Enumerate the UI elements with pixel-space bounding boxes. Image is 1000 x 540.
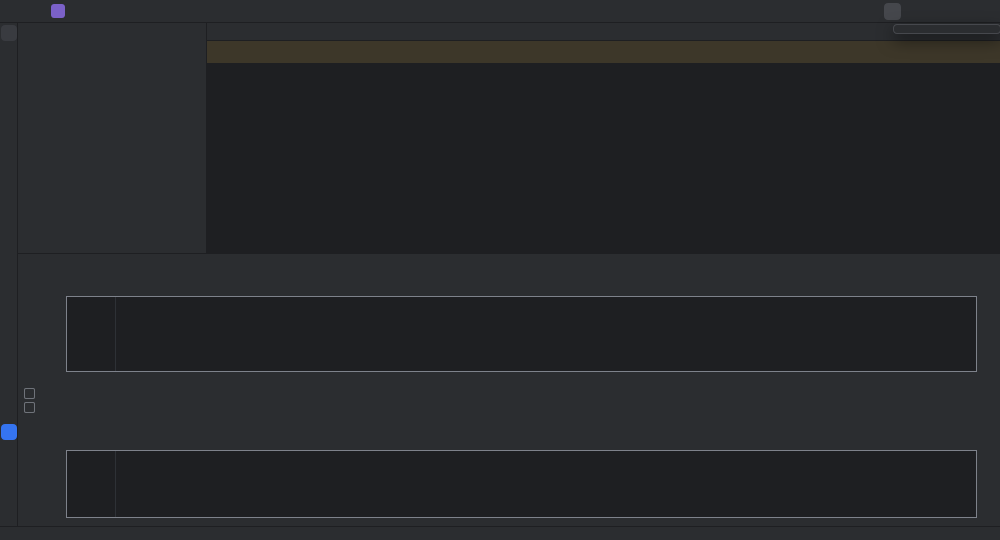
project-avatar	[51, 4, 65, 18]
bulk-option[interactable]	[24, 402, 40, 413]
maximize-button[interactable]	[951, 5, 963, 17]
run-button[interactable]	[743, 5, 756, 18]
chevron-down-icon	[76, 7, 84, 15]
clear-icon[interactable]	[982, 319, 992, 329]
toolset-tab-bar	[18, 254, 1000, 276]
rustrover-window	[0, 0, 1000, 540]
code-editor[interactable]	[207, 62, 1000, 253]
editor-tab-bar	[207, 23, 1000, 41]
terminal-icon	[3, 481, 15, 493]
more-tool-windows-button[interactable]	[1, 126, 17, 142]
app-logo-icon	[6, 4, 20, 18]
input-panel[interactable]	[66, 296, 977, 372]
problems-tool-button[interactable]	[1, 504, 17, 520]
uppercase-checkbox	[24, 388, 35, 399]
input-side-actions	[982, 302, 992, 329]
toolset-tool-window	[18, 253, 1000, 526]
settings-popup-menu	[893, 24, 1000, 34]
html-file-icon	[36, 530, 44, 538]
project-widget-icon	[5, 530, 13, 538]
eye-off-icon[interactable]	[870, 64, 881, 75]
settings-button[interactable]	[884, 3, 901, 20]
code-with-me-icon[interactable]	[836, 5, 849, 18]
input-gutter	[67, 297, 116, 371]
toolset-icon	[3, 426, 15, 438]
editor-area	[207, 23, 1000, 253]
tool-window-actions	[922, 259, 976, 271]
status-bar	[0, 526, 1000, 540]
result-gutter	[67, 451, 116, 517]
nodejs-icon	[217, 46, 229, 58]
title-bar-actions	[718, 3, 994, 20]
main-menu-icon[interactable]	[29, 5, 42, 18]
minimize-button[interactable]	[920, 5, 932, 17]
chevron-down-icon	[31, 31, 39, 39]
project-panel	[18, 23, 207, 253]
layout-settings-icon[interactable]	[922, 259, 934, 271]
debug-button[interactable]	[767, 5, 780, 18]
paste-icon[interactable]	[982, 302, 992, 312]
more-options-icon[interactable]	[943, 259, 955, 271]
terminal-tool-button[interactable]	[1, 479, 17, 495]
search-everywhere-icon[interactable]	[860, 5, 873, 18]
more-icon	[3, 128, 15, 140]
toolset-tool-button[interactable]	[1, 424, 17, 440]
gear-icon	[886, 5, 899, 18]
folder-icon	[3, 27, 15, 39]
result-panel[interactable]	[66, 450, 977, 518]
problems-icon	[3, 506, 15, 518]
run-tool-button[interactable]	[1, 452, 17, 468]
more-actions-icon[interactable]	[791, 5, 804, 18]
loop-icon	[88, 374, 99, 385]
chevron-down-icon	[101, 7, 109, 15]
project-tool-button[interactable]	[1, 25, 17, 41]
result-side-actions	[982, 456, 992, 483]
loop-option[interactable]	[88, 374, 104, 385]
chevron-down-icon	[724, 7, 732, 15]
structure-icon	[3, 102, 15, 114]
hide-tool-window-icon[interactable]	[964, 259, 976, 271]
bulk-checkbox	[24, 402, 35, 413]
chevron-right-icon	[23, 530, 31, 538]
encrypt-subtabs	[18, 276, 1000, 294]
check-icon[interactable]	[887, 64, 898, 75]
left-tool-strip	[0, 23, 18, 526]
inspection-widget	[870, 64, 898, 75]
uppercase-option[interactable]	[24, 388, 40, 399]
project-panel-header[interactable]	[18, 23, 206, 40]
close-button[interactable]	[982, 5, 994, 17]
structure-tool-button[interactable]	[1, 100, 17, 116]
copy-icon[interactable]	[982, 456, 992, 466]
nodejs-banner	[207, 41, 1000, 63]
clear-result-icon[interactable]	[982, 473, 992, 483]
run-circle-icon	[3, 454, 15, 466]
title-bar	[0, 0, 1000, 23]
